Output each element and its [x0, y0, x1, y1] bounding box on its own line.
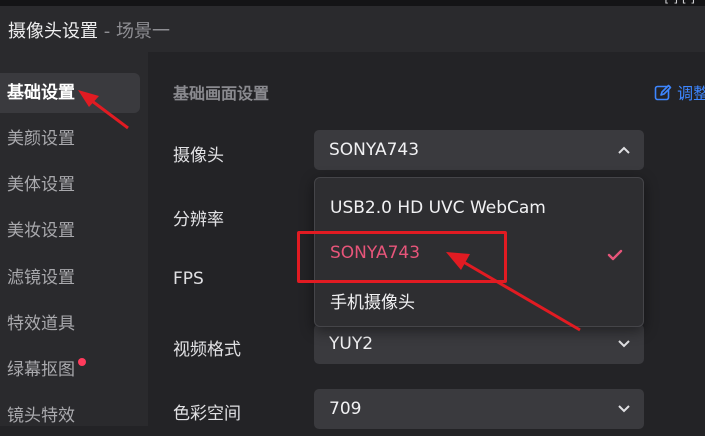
camera-select[interactable]: SONYA743: [314, 130, 644, 170]
sidebar-item-label: 基础设置: [7, 83, 75, 103]
sidebar-item-beauty[interactable]: 美颜设置: [0, 119, 140, 159]
sidebar: 基础设置 美颜设置 美体设置 美妆设置 滤镜设置 特效道具 绿幕抠图 镜头特效: [0, 52, 148, 426]
sidebar-item-body[interactable]: 美体设置: [0, 165, 140, 205]
camera-option-phone[interactable]: 手机摄像头: [330, 288, 415, 313]
chevron-down-icon: [618, 389, 630, 429]
window-title: 摄像头设置 - 场景一: [8, 17, 170, 43]
camera-dropdown: USB2.0 HD UVC WebCam SONYA743 手机摄像头: [314, 177, 644, 327]
adjust-label: 调整: [677, 84, 705, 103]
scene-name: 场景一: [115, 21, 170, 42]
sidebar-item-basic[interactable]: 基础设置: [0, 73, 140, 113]
camera-label: 摄像头: [173, 146, 224, 166]
sidebar-item-effects[interactable]: 特效道具: [0, 304, 140, 344]
camera-option-usb-webcam[interactable]: USB2.0 HD UVC WebCam: [330, 198, 546, 218]
chevron-down-icon: [618, 324, 630, 364]
edit-icon: [654, 84, 672, 101]
sidebar-item-makeup[interactable]: 美妆设置: [0, 211, 140, 251]
sidebar-item-label: 镜头特效: [7, 406, 75, 426]
section-title: 基础画面设置: [173, 84, 270, 103]
video-format-select[interactable]: YUY2: [314, 324, 644, 364]
sidebar-item-label: 美妆设置: [7, 221, 75, 241]
window-title-text: 摄像头设置: [8, 21, 98, 42]
sidebar-item-lens-effects[interactable]: 镜头特效: [0, 396, 140, 436]
video-format-value: YUY2: [329, 334, 374, 354]
main-panel: 基础画面设置 调整 摄像头 SONYA743 分辨率 FPS 视频格式 YUY2…: [148, 52, 705, 429]
sidebar-item-filter[interactable]: 滤镜设置: [0, 258, 140, 298]
sidebar-item-label: 美体设置: [7, 175, 75, 195]
fps-label: FPS: [173, 269, 204, 289]
video-format-label: 视频格式: [173, 340, 241, 360]
sidebar-item-label: 美颜设置: [7, 129, 75, 149]
title-bar: 摄像头设置 - 场景一: [0, 6, 705, 52]
color-space-label: 色彩空间: [173, 404, 241, 424]
sidebar-item-label: 特效道具: [7, 314, 75, 334]
resolution-label: 分辨率: [173, 210, 224, 230]
sidebar-item-label: 滤镜设置: [7, 268, 75, 288]
adjust-link[interactable]: 调整: [654, 80, 705, 104]
camera-option-sonya743[interactable]: SONYA743: [330, 243, 420, 263]
chevron-up-icon: [618, 130, 630, 170]
title-separator: -: [98, 21, 116, 42]
sidebar-item-green-screen[interactable]: 绿幕抠图: [0, 350, 140, 390]
top-strip-text: [-] [ ]: [664, 0, 695, 5]
camera-select-value: SONYA743: [329, 140, 420, 160]
new-badge-dot: [78, 358, 86, 366]
color-space-select[interactable]: 709: [314, 389, 644, 429]
sidebar-item-label: 绿幕抠图: [7, 360, 75, 380]
color-space-value: 709: [329, 399, 362, 419]
checkmark-icon: [607, 246, 623, 265]
